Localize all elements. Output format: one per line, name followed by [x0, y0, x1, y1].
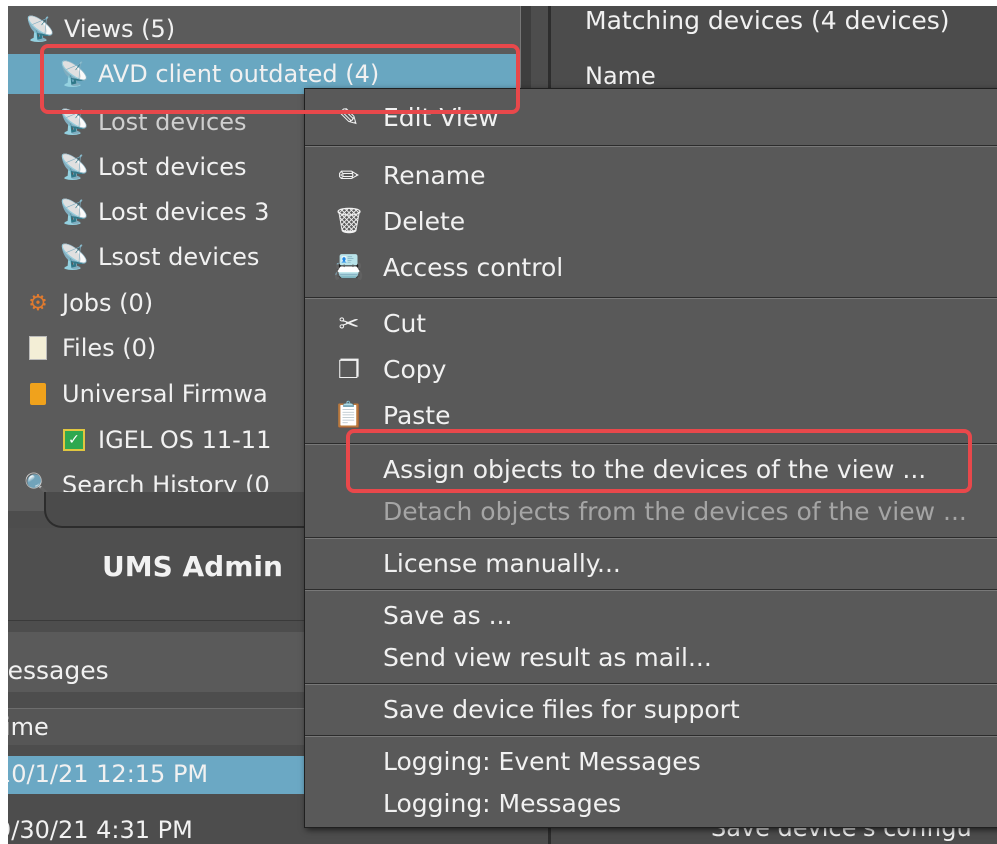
menu-separator	[305, 683, 997, 685]
scissors-icon: ✂	[338, 308, 360, 338]
menu-item-label: License manually...	[383, 548, 621, 578]
menu-item-label: Logging: Messages	[383, 788, 622, 818]
menu-item-label: Paste	[383, 400, 451, 430]
tree-item-label: Lost devices	[98, 153, 247, 181]
tree-item-label: Jobs (0)	[62, 289, 154, 317]
tree-item-label: Universal Firmwa	[62, 380, 268, 408]
tree-item-igel-os[interactable]: ✓ IGEL OS 11-11	[60, 420, 271, 460]
satellite-icon: 📡	[25, 15, 55, 43]
menu-item-rename[interactable]: ✏ Rename	[305, 155, 997, 195]
access-control-icon: 📇	[333, 252, 365, 281]
menu-item-delete[interactable]: 🗑 Delete	[305, 201, 997, 241]
tree-item-files[interactable]: Files (0)	[24, 328, 156, 368]
menu-item-logging-messages[interactable]: Logging: Messages	[305, 783, 997, 823]
menu-item-license-manually[interactable]: License manually...	[305, 543, 997, 583]
menu-item-label: Rename	[383, 160, 486, 190]
tree-item-universal-firmware[interactable]: Universal Firmwa	[24, 374, 268, 414]
menu-item-copy[interactable]: ❐ Copy	[305, 349, 997, 389]
tree-item-lsost-devices[interactable]: 📡 Lsost devices	[59, 237, 260, 277]
tree-tab-shape	[44, 492, 328, 528]
menu-item-label: Save as ...	[383, 600, 513, 630]
menu-item-label: Detach objects from the devices of the v…	[383, 496, 967, 526]
checkbox-icon: ✓	[60, 426, 88, 454]
satellite-icon: 📡	[59, 153, 89, 181]
message-time: 10/1/21 12:15 PM	[8, 760, 209, 788]
pencil-icon: ✏	[338, 160, 360, 190]
tree-item-label: Lost devices 3	[98, 198, 270, 226]
menu-separator	[305, 735, 997, 737]
message-time: 9/30/21 4:31 PM	[8, 816, 193, 844]
tree-item-views[interactable]: 📡 Views (5)	[25, 9, 176, 49]
menu-item-access-control[interactable]: 📇 Access control	[305, 247, 997, 287]
menu-item-save-as[interactable]: Save as ...	[305, 595, 997, 635]
ums-admin-title: UMS Admin	[102, 550, 283, 583]
menu-item-label: Save device files for support	[383, 694, 740, 724]
tree-item-label: Views (5)	[64, 15, 176, 43]
tree-item-jobs[interactable]: ⚙ Jobs (0)	[24, 283, 153, 323]
file-icon	[24, 334, 52, 362]
matching-devices-title: Matching devices (4 devices)	[585, 6, 950, 35]
gear-icon: ⚙	[28, 290, 48, 316]
highlight-box	[40, 44, 520, 114]
trash-icon: 🗑	[333, 206, 365, 235]
menu-item-save-device-files[interactable]: Save device files for support	[305, 689, 997, 729]
tree-item-lost-devices-2[interactable]: 📡 Lost devices	[59, 147, 247, 187]
messages-title: Messages	[8, 656, 109, 685]
menu-item-label: Send view result as mail...	[383, 642, 712, 672]
firmware-icon	[24, 380, 52, 408]
tree-item-label: Files (0)	[62, 334, 157, 362]
app-window: 📡 Views (5) 📡 AVD client outdated (4) 📡 …	[8, 6, 997, 844]
tree-item-label: IGEL OS 11-11	[98, 426, 272, 454]
time-column-label: Time	[8, 713, 49, 741]
menu-item-label: Copy	[383, 354, 447, 384]
menu-item-send-view-result[interactable]: Send view result as mail...	[305, 637, 997, 677]
satellite-icon: 📡	[59, 198, 89, 226]
menu-separator	[305, 589, 997, 591]
menu-separator	[305, 297, 997, 299]
menu-item-label: Logging: Event Messages	[383, 746, 701, 776]
menu-item-cut[interactable]: ✂ Cut	[305, 303, 997, 343]
menu-item-detach-objects[interactable]: Detach objects from the devices of the v…	[305, 491, 997, 531]
name-column-header[interactable]: Name	[585, 62, 656, 90]
satellite-icon: 📡	[59, 243, 89, 271]
menu-separator	[305, 537, 997, 539]
menu-item-label: Cut	[383, 308, 427, 338]
tree-item-lost-devices-3[interactable]: 📡 Lost devices 3	[59, 192, 270, 232]
clipboard-icon: 📋	[333, 400, 365, 429]
menu-item-logging-event-messages[interactable]: Logging: Event Messages	[305, 741, 997, 781]
menu-item-label: Delete	[383, 206, 466, 236]
copy-icon: ❐	[337, 354, 361, 384]
highlight-box	[346, 429, 972, 493]
menu-separator	[305, 145, 997, 147]
menu-item-label: Access control	[383, 252, 564, 282]
tree-item-label: Lsost devices	[98, 243, 260, 271]
